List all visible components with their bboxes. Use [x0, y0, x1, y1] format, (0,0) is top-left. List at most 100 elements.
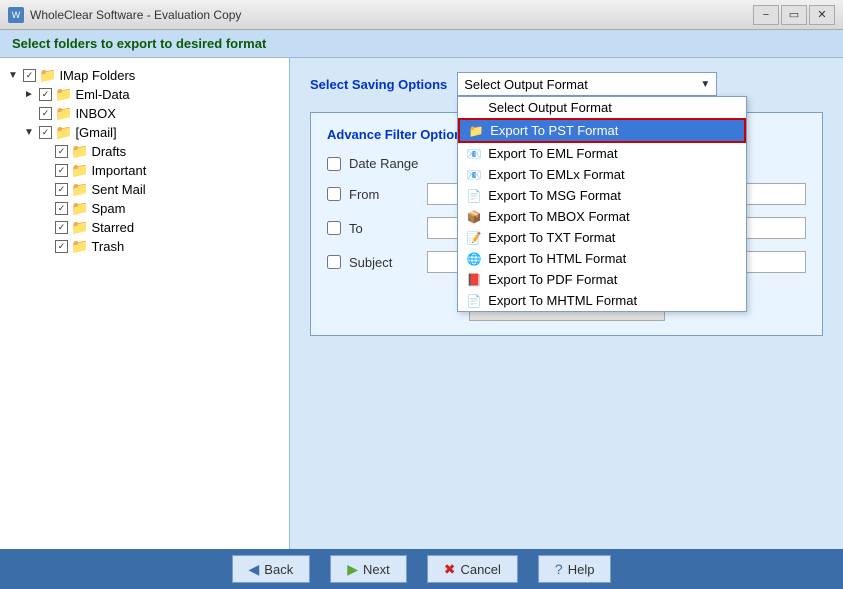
subject-checkbox[interactable]	[327, 255, 341, 269]
right-panel: Select Saving Options Select Output Form…	[290, 58, 843, 549]
option-default-label: Select Output Format	[488, 100, 612, 115]
label-gmail: [Gmail]	[75, 125, 116, 140]
label-trash: Trash	[91, 239, 124, 254]
folder-icon-spam: 📁	[71, 200, 88, 217]
label-spam: Spam	[91, 201, 125, 216]
option-pst-label: Export To PST Format	[490, 123, 618, 138]
from-checkbox[interactable]	[327, 187, 341, 201]
option-emlx-icon: 📧	[466, 168, 482, 182]
to-label: To	[349, 221, 419, 236]
folder-icon-inbox: 📁	[55, 105, 72, 122]
option-pst[interactable]: 📁 Export To PST Format	[458, 118, 746, 143]
label-drafts: Drafts	[91, 144, 126, 159]
help-label: Help	[568, 562, 595, 577]
checkbox-drafts[interactable]: ✓	[55, 145, 68, 158]
next-icon: ▶	[347, 561, 358, 578]
folder-icon-trash: 📁	[71, 238, 88, 255]
minimize-button[interactable]: −	[753, 5, 779, 25]
main-content: ▼ ✓ 📁 IMap Folders ► ✓ 📁 Eml-Data ✓ 📁 IN…	[0, 58, 843, 549]
option-pdf-label: Export To PDF Format	[488, 272, 617, 287]
tree-item-gmail[interactable]: ▼ ✓ 📁 [Gmail]	[24, 123, 281, 142]
option-mbox[interactable]: 📦 Export To MBOX Format	[458, 206, 746, 227]
output-format-dropdown[interactable]: Select Output Format ▼	[457, 72, 717, 96]
dropdown-arrow-icon: ▼	[700, 79, 710, 90]
checkbox-inbox[interactable]: ✓	[39, 107, 52, 120]
folder-tree-panel: ▼ ✓ 📁 IMap Folders ► ✓ 📁 Eml-Data ✓ 📁 IN…	[0, 58, 290, 549]
expand-icon-imap: ▼	[8, 70, 20, 81]
cancel-button[interactable]: ✖ Cancel	[427, 555, 518, 583]
option-mbox-label: Export To MBOX Format	[488, 209, 629, 224]
option-msg-label: Export To MSG Format	[488, 188, 621, 203]
option-html[interactable]: 🌐 Export To HTML Format	[458, 248, 746, 269]
close-button[interactable]: ✕	[809, 5, 835, 25]
option-txt[interactable]: 📝 Export To TXT Format	[458, 227, 746, 248]
back-label: Back	[264, 562, 293, 577]
back-button[interactable]: ◀ Back	[232, 555, 311, 583]
app-title: WholeClear Software - Evaluation Copy	[30, 8, 241, 22]
checkbox-imap[interactable]: ✓	[23, 69, 36, 82]
folder-icon-eml-data: 📁	[55, 86, 72, 103]
saving-options-row: Select Saving Options Select Output Form…	[310, 72, 823, 96]
option-emlx[interactable]: 📧 Export To EMLx Format	[458, 164, 746, 185]
option-msg[interactable]: 📄 Export To MSG Format	[458, 185, 746, 206]
cancel-label: Cancel	[460, 562, 500, 577]
label-sent-mail: Sent Mail	[91, 182, 145, 197]
option-default[interactable]: Select Output Format	[458, 97, 746, 118]
date-range-label: Date Range	[349, 156, 419, 171]
help-button[interactable]: ? Help	[538, 555, 612, 583]
option-mhtml[interactable]: 📄 Export To MHTML Format	[458, 290, 746, 311]
from-label: From	[349, 187, 419, 202]
to-checkbox[interactable]	[327, 221, 341, 235]
checkbox-eml-data[interactable]: ✓	[39, 88, 52, 101]
checkbox-sent-mail[interactable]: ✓	[55, 183, 68, 196]
saving-options-label: Select Saving Options	[310, 77, 447, 92]
option-txt-label: Export To TXT Format	[488, 230, 615, 245]
label-eml-data: Eml-Data	[75, 87, 129, 102]
checkbox-trash[interactable]: ✓	[55, 240, 68, 253]
next-button[interactable]: ▶ Next	[330, 555, 407, 583]
option-txt-icon: 📝	[466, 231, 482, 245]
tree-item-spam[interactable]: ✓ 📁 Spam	[40, 199, 281, 218]
option-pdf-icon: 📕	[466, 273, 482, 287]
tree-item-starred[interactable]: ✓ 📁 Starred	[40, 218, 281, 237]
expand-icon-gmail: ▼	[24, 127, 36, 138]
help-icon: ?	[555, 561, 563, 577]
checkbox-gmail[interactable]: ✓	[39, 126, 52, 139]
checkbox-starred[interactable]: ✓	[55, 221, 68, 234]
title-bar: W WholeClear Software - Evaluation Copy …	[0, 0, 843, 30]
expand-icon-eml-data: ►	[24, 89, 36, 100]
folder-icon-imap: 📁	[39, 67, 56, 84]
option-mhtml-label: Export To MHTML Format	[488, 293, 637, 308]
tree-item-sent-mail[interactable]: ✓ 📁 Sent Mail	[40, 180, 281, 199]
window-controls: − ▭ ✕	[753, 5, 835, 25]
checkbox-spam[interactable]: ✓	[55, 202, 68, 215]
option-html-label: Export To HTML Format	[488, 251, 626, 266]
label-important: Important	[91, 163, 146, 178]
tree-item-inbox[interactable]: ✓ 📁 INBOX	[24, 104, 281, 123]
option-pst-icon: 📁	[468, 124, 484, 138]
option-eml[interactable]: 📧 Export To EML Format	[458, 143, 746, 164]
option-pdf[interactable]: 📕 Export To PDF Format	[458, 269, 746, 290]
folder-icon-drafts: 📁	[71, 143, 88, 160]
tree-item-imap[interactable]: ▼ ✓ 📁 IMap Folders	[8, 66, 281, 85]
folder-icon-sent-mail: 📁	[71, 181, 88, 198]
option-eml-icon: 📧	[466, 147, 482, 161]
cancel-icon: ✖	[444, 561, 456, 578]
folder-icon-gmail: 📁	[55, 124, 72, 141]
folder-icon-starred: 📁	[71, 219, 88, 236]
tree-item-eml-data[interactable]: ► ✓ 📁 Eml-Data	[24, 85, 281, 104]
folder-icon-important: 📁	[71, 162, 88, 179]
checkbox-important[interactable]: ✓	[55, 164, 68, 177]
output-format-menu: Select Output Format 📁 Export To PST For…	[457, 96, 747, 312]
bottom-bar: ◀ Back ▶ Next ✖ Cancel ? Help	[0, 549, 843, 589]
date-range-checkbox[interactable]	[327, 157, 341, 171]
restore-button[interactable]: ▭	[781, 5, 807, 25]
selected-format-label: Select Output Format	[464, 77, 588, 92]
subject-label: Subject	[349, 255, 419, 270]
app-icon: W	[8, 7, 24, 23]
option-mbox-icon: 📦	[466, 210, 482, 224]
tree-item-important[interactable]: ✓ 📁 Important	[40, 161, 281, 180]
tree-item-drafts[interactable]: ✓ 📁 Drafts	[40, 142, 281, 161]
tree-item-trash[interactable]: ✓ 📁 Trash	[40, 237, 281, 256]
label-imap: IMap Folders	[59, 68, 135, 83]
